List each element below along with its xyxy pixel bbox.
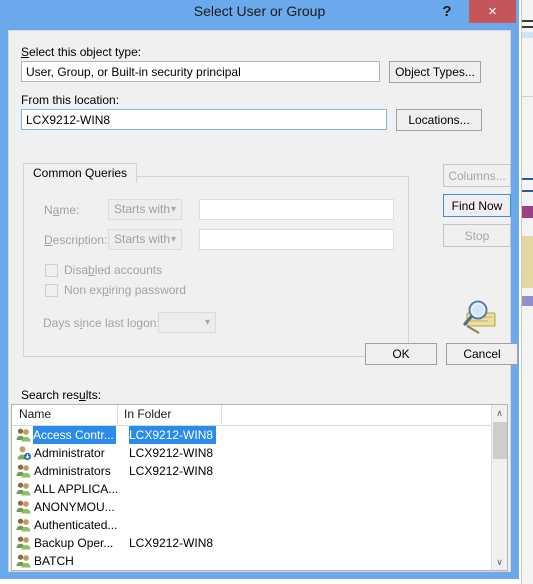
table-row[interactable]: BATCH — [12, 552, 493, 570]
cell-name: ANONYMOU... — [34, 500, 115, 514]
cell-in-folder — [129, 480, 132, 498]
column-divider[interactable] — [117, 405, 118, 425]
non-expiring-password-checkbox[interactable] — [45, 284, 58, 297]
cell-in-folder: LCX9212-WIN8 — [129, 446, 214, 460]
scroll-down-arrow-icon[interactable]: ∨ — [492, 554, 507, 570]
cell-name: Administrator — [34, 446, 105, 460]
cell-in-folder — [129, 570, 132, 571]
cell-name: Administrators — [34, 464, 111, 478]
group-icon — [15, 553, 32, 569]
column-divider[interactable] — [221, 405, 222, 425]
group-icon — [15, 427, 32, 443]
object-type-label: Select this object type: — [21, 45, 142, 59]
table-row[interactable]: ALL APPLICA... — [12, 480, 493, 498]
background-window-sliver[interactable] — [521, 0, 533, 584]
group-icon — [15, 481, 32, 497]
close-button[interactable]: × — [469, 0, 516, 23]
table-row[interactable]: ANONYMOU... — [12, 498, 493, 516]
listview-column-header: Name In Folder — [12, 405, 507, 426]
table-row[interactable]: Backup Oper... LCX9212-WIN8 — [12, 534, 493, 552]
cell-in-folder — [129, 552, 132, 570]
group-icon — [15, 517, 32, 533]
cell-in-folder: LCX9212-WIN8 — [129, 464, 214, 478]
table-row[interactable]: Administrator LCX9212-WIN8 — [12, 444, 493, 462]
object-types-button[interactable]: Object Types... — [389, 61, 481, 83]
column-header-in-folder[interactable]: In Folder — [124, 407, 171, 421]
user-icon — [15, 445, 32, 461]
stop-button[interactable]: Stop — [443, 224, 511, 247]
common-queries-panel: Name: Starts with ▾ Description: Starts … — [23, 176, 409, 357]
non-expiring-password-label[interactable]: Non expiring password — [64, 283, 186, 297]
locations-button[interactable]: Locations... — [396, 109, 482, 131]
cancel-button[interactable]: Cancel — [446, 343, 518, 365]
object-type-input[interactable]: User, Group, or Built-in security princi… — [21, 61, 380, 82]
cell-name: Authenticated... — [34, 518, 118, 532]
group-icon — [15, 535, 32, 551]
help-button[interactable]: ? — [435, 0, 459, 23]
cell-in-folder: LCX9212-WIN8 — [129, 426, 217, 444]
query-description-condition-select[interactable]: Starts with ▾ — [108, 229, 182, 250]
disabled-accounts-label[interactable]: Disabled accounts — [64, 263, 162, 277]
chevron-down-icon: ▾ — [170, 204, 176, 215]
find-now-button[interactable]: Find Now — [443, 194, 511, 217]
dialog-client-area: Select this object type: User, Group, or… — [8, 30, 518, 572]
chevron-down-icon: ▾ — [170, 234, 176, 245]
desktop-background: Select User or Group ? × Select this obj… — [0, 0, 533, 584]
scroll-up-arrow-icon[interactable]: ∧ — [492, 405, 507, 421]
search-results-label: Search results: — [21, 388, 102, 402]
table-row[interactable]: Authenticated... — [12, 516, 493, 534]
query-description-label: Description: — [44, 233, 108, 247]
scrollbar-thumb[interactable] — [493, 422, 507, 459]
group-icon — [15, 463, 32, 479]
columns-button[interactable]: Columns... — [443, 164, 511, 187]
query-description-input[interactable] — [199, 229, 394, 250]
cell-name: BATCH — [34, 554, 74, 568]
listview-rows: Access Contr... LCX9212-WIN8 Administrator… — [12, 426, 493, 571]
cell-name: CONSOLE L... — [34, 570, 115, 571]
dialog-titlebar[interactable]: Select User or Group ? × — [0, 0, 519, 27]
days-since-logon-label: Days since last logon: — [43, 316, 160, 330]
disabled-accounts-checkbox[interactable] — [45, 264, 58, 277]
chevron-down-icon: ▾ — [204, 317, 210, 328]
column-header-name[interactable]: Name — [19, 407, 51, 421]
cell-in-folder — [129, 498, 132, 516]
cell-name: Backup Oper... — [34, 536, 114, 550]
search-magnifier-icon — [463, 300, 496, 334]
table-row[interactable]: Access Contr... LCX9212-WIN8 — [12, 426, 493, 444]
group-icon — [15, 499, 32, 515]
location-input[interactable]: LCX9212-WIN8 — [21, 109, 387, 130]
results-vertical-scrollbar[interactable]: ∧ ∨ — [491, 405, 507, 570]
cell-name: ALL APPLICA... — [34, 482, 119, 496]
days-since-logon-select[interactable]: ▾ — [158, 312, 216, 333]
query-name-label: Name: — [44, 203, 80, 217]
cell-in-folder: LCX9212-WIN8 — [129, 536, 214, 550]
location-label: From this location: — [21, 93, 120, 107]
cell-name: Access Contr... — [33, 426, 116, 444]
query-name-input[interactable] — [199, 199, 394, 220]
cell-in-folder — [129, 516, 132, 534]
search-results-listview[interactable]: Name In Folder Access Contr... LCX9212-WI… — [11, 404, 508, 571]
table-row[interactable]: Administrators LCX9212-WIN8 — [12, 462, 493, 480]
ok-button[interactable]: OK — [365, 343, 437, 365]
query-name-condition-select[interactable]: Starts with ▾ — [108, 199, 182, 220]
table-row[interactable]: CONSOLE L... — [12, 570, 493, 571]
select-user-or-group-dialog: Select User or Group ? × Select this obj… — [0, 0, 519, 579]
tab-common-queries[interactable]: Common Queries — [23, 163, 138, 183]
